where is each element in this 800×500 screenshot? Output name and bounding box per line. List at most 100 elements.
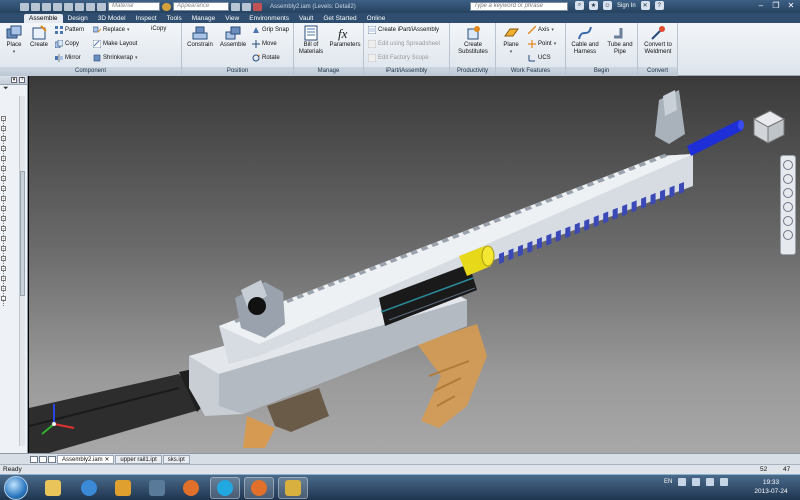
update-icon[interactable] — [97, 2, 106, 11]
close-icon[interactable]: ✕ — [786, 1, 796, 10]
tab-manage[interactable]: Manage — [187, 14, 221, 23]
taskbar-app[interactable] — [142, 477, 172, 499]
tree-node-expander[interactable]: + — [1, 256, 6, 261]
tree-node-expander[interactable]: + — [1, 156, 6, 161]
tree-node-expander[interactable]: – — [1, 296, 6, 301]
tube-pipe-button[interactable]: Tube and Pipe — [604, 25, 636, 56]
exchange-icon[interactable]: ✕ — [640, 1, 650, 10]
ipart-panel-label[interactable]: iPart/iAssembly — [364, 67, 449, 76]
create-ipart-button[interactable]: Create iPart/iAssembly — [368, 26, 439, 34]
zoom-icon[interactable] — [783, 188, 793, 198]
sign-in-link[interactable]: Sign In — [617, 3, 636, 9]
productivity-panel-label[interactable]: Productivity — [450, 67, 495, 76]
icopy-button[interactable]: iCopy — [151, 26, 166, 32]
plane-dropdown-icon[interactable]: ▾ — [510, 49, 513, 56]
tree-node-expander[interactable]: + — [1, 196, 6, 201]
rifle-assembly-model[interactable] — [29, 76, 800, 453]
tab-inspect[interactable]: Inspect — [131, 14, 162, 23]
pan-icon[interactable] — [783, 174, 793, 184]
taskbar-inventor[interactable] — [278, 477, 308, 499]
volume-icon[interactable] — [706, 478, 715, 486]
convert-weldment-button[interactable]: Convert to Weldment — [640, 25, 676, 56]
make-layout-button[interactable]: Make Layout — [93, 40, 137, 48]
edit-spreadsheet-button[interactable]: Edit using Spreadsheet — [368, 40, 440, 48]
steering-wheel-icon[interactable] — [783, 160, 793, 170]
save-icon[interactable] — [42, 2, 51, 11]
undo-icon[interactable] — [53, 2, 62, 11]
grip-snap-button[interactable]: Grip Snap — [252, 26, 289, 34]
create-substitutes-button[interactable]: Create Substitutes — [454, 25, 492, 56]
taskbar-firefox[interactable] — [176, 477, 206, 499]
viewcube[interactable] — [748, 107, 788, 147]
taskbar-skype[interactable] — [210, 477, 240, 499]
copy-button[interactable]: Copy — [55, 40, 79, 48]
return-icon[interactable] — [86, 2, 95, 11]
tab-design[interactable]: Design — [63, 14, 93, 23]
tree-node-expander[interactable]: + — [1, 286, 6, 291]
cable-harness-button[interactable]: Cable and Harness — [568, 25, 602, 56]
measure-icon[interactable] — [253, 2, 262, 11]
restore-icon[interactable]: ❐ — [771, 1, 781, 10]
doc-tab-upper-rail[interactable]: upper rail1.ipt — [115, 454, 162, 464]
clear-appearance-icon[interactable] — [231, 2, 240, 11]
replace-button[interactable]: Replace ▾ — [93, 26, 130, 34]
filter-icon[interactable]: ⏷ — [0, 85, 27, 94]
edit-factory-scope-button[interactable]: Edit Factory Scope — [368, 54, 429, 62]
browser-scrollbar[interactable] — [19, 96, 25, 446]
taskbar-media[interactable] — [108, 477, 138, 499]
tree-node-expander[interactable]: + — [1, 266, 6, 271]
assemble-button[interactable]: Assemble — [217, 25, 249, 49]
graphics-viewport[interactable] — [29, 76, 800, 453]
tree-node-expander[interactable]: + — [1, 206, 6, 211]
tree-node-expander[interactable]: + — [1, 166, 6, 171]
taskbar-firefox-2[interactable] — [244, 477, 274, 499]
home-icon[interactable] — [75, 2, 84, 11]
doc-tab-assembly2[interactable]: Assembly2.iam ✕ — [57, 454, 115, 464]
new-file-icon[interactable] — [20, 2, 29, 11]
manage-panel-label[interactable]: Manage — [294, 67, 363, 76]
orbit-icon[interactable] — [783, 202, 793, 212]
tab-environments[interactable]: Environments — [244, 14, 294, 23]
scrollbar-thumb[interactable] — [20, 171, 25, 296]
parameters-button[interactable]: fx Parameters — [327, 25, 363, 49]
nav-menu-icon[interactable] — [783, 230, 793, 240]
place-dropdown-icon[interactable]: ▾ — [13, 49, 16, 56]
tree-node-expander[interactable]: + — [1, 226, 6, 231]
tree-node-expander[interactable]: + — [1, 186, 6, 191]
axis-dropdown-icon[interactable]: ▾ — [551, 27, 554, 33]
tab-view[interactable]: View — [220, 14, 244, 23]
help-icon[interactable]: ? — [654, 1, 664, 10]
browser-menu-icon[interactable]: ▾ — [11, 77, 17, 83]
axis-button[interactable]: Axis ▾ — [528, 26, 554, 34]
tab-get-started[interactable]: Get Started — [318, 14, 361, 23]
tile-windows-icon[interactable] — [30, 455, 38, 463]
convert-panel-label[interactable]: Convert — [638, 67, 677, 76]
tray-arrow-icon[interactable] — [678, 478, 687, 486]
shrinkwrap-dropdown-icon[interactable]: ▾ — [135, 55, 138, 61]
point-dropdown-icon[interactable]: ▾ — [554, 41, 557, 47]
tree-node-expander[interactable]: + — [1, 136, 6, 141]
appearance-dropdown[interactable]: Appearance — [173, 2, 229, 11]
constrain-button[interactable]: Constrain — [185, 25, 215, 49]
binoculars-icon[interactable]: ⌕ — [575, 1, 584, 10]
move-button[interactable]: Move — [252, 40, 277, 48]
tree-node-expander[interactable]: + — [1, 216, 6, 221]
tree-node-expander[interactable]: + — [1, 246, 6, 251]
tab-online[interactable]: Online — [362, 14, 391, 23]
ucs-button[interactable]: UCS — [528, 54, 551, 62]
tab-assemble[interactable]: Assemble — [24, 14, 63, 23]
browser-help-icon[interactable]: ? — [19, 77, 25, 83]
taskbar-explorer[interactable] — [38, 477, 68, 499]
tree-node-expander[interactable]: + — [1, 236, 6, 241]
subscription-icon[interactable]: ★ — [589, 1, 598, 10]
replace-dropdown-icon[interactable]: ▾ — [127, 27, 130, 33]
tree-node-expander[interactable]: + — [1, 146, 6, 151]
network-icon[interactable] — [692, 478, 701, 486]
tree-node-expander[interactable]: + — [1, 126, 6, 131]
material-dropdown[interactable]: Material — [108, 2, 160, 11]
tab-vault[interactable]: Vault — [294, 14, 318, 23]
pattern-button[interactable]: Pattern — [55, 26, 84, 34]
shrinkwrap-button[interactable]: Shrinkwrap ▾ — [93, 54, 138, 62]
rotate-button[interactable]: Rotate — [252, 54, 280, 62]
plane-button[interactable]: Plane ▾ — [499, 25, 523, 56]
